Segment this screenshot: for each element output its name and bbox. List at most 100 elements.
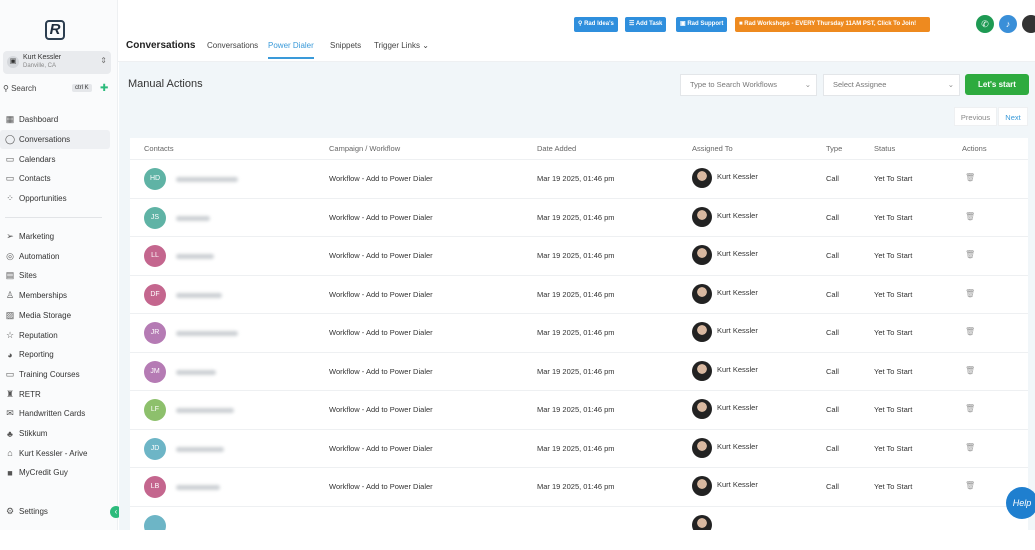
- sidebar-item-sites[interactable]: ▤ Sites: [0, 266, 110, 285]
- sidebar-item-contacts[interactable]: ▭ Contacts: [0, 169, 110, 188]
- sidebar-item-label: Conversations: [19, 134, 71, 144]
- page-title: Conversations: [126, 40, 196, 51]
- sidebar-item-conversations[interactable]: ◯ Conversations: [0, 129, 110, 149]
- date-cell: Mar 19 2025, 01:46 pm: [537, 251, 615, 260]
- table-row[interactable]: HD Workflow - Add to Power Dialer Mar 19…: [130, 159, 1028, 198]
- table-row[interactable]: JM Workflow - Add to Power Dialer Mar 19…: [130, 351, 1028, 391]
- table-row[interactable]: LL Workflow - Add to Power Dialer Mar 19…: [130, 236, 1028, 275]
- status-cell: Yet To Start: [874, 289, 913, 299]
- sidebar-icon: ◎: [6, 250, 14, 261]
- table-row[interactable]: DF Workflow - Add to Power Dialer Mar 19…: [130, 274, 1028, 314]
- status-cell: Yet To Start: [874, 251, 913, 260]
- contact-name-redacted[interactable]: [176, 331, 238, 336]
- sidebar-item-training-courses[interactable]: ▭ Training Courses: [0, 365, 110, 384]
- tab-conversations[interactable]: Conversations: [207, 41, 258, 50]
- sidebar-item-opportunities[interactable]: ⁘ Opportunities: [0, 189, 110, 208]
- contact-name-redacted[interactable]: [176, 292, 222, 298]
- trash-icon[interactable]: 🗑: [965, 212, 975, 221]
- trash-icon[interactable]: 🗑: [965, 250, 975, 259]
- rad-workshops-button[interactable]: ■ Rad Workshops - EVERY Thursday 11AM PS…: [735, 17, 930, 32]
- type-cell: Call: [826, 212, 839, 222]
- next-button[interactable]: Next: [998, 107, 1028, 126]
- bell-icon[interactable]: ♪: [999, 15, 1017, 33]
- table-row[interactable]: JR Workflow - Add to Power Dialer Mar 19…: [130, 313, 1028, 352]
- sidebar-item-reputation[interactable]: ☆ Reputation: [0, 326, 110, 345]
- assignee-select[interactable]: Select Assignee ⌄: [823, 74, 960, 96]
- contact-name-redacted[interactable]: [176, 408, 234, 413]
- tab-snippets[interactable]: Snippets: [330, 41, 361, 50]
- contact-name-redacted[interactable]: [176, 254, 214, 259]
- contact-name-redacted[interactable]: [176, 215, 210, 221]
- sidebar-item-reporting[interactable]: ◕ Reporting: [0, 345, 110, 364]
- sidebar-item-dashboard[interactable]: ▦ Dashboard: [0, 110, 110, 129]
- search-button[interactable]: ⚲ Search: [3, 84, 36, 93]
- phone-icon[interactable]: ✆: [976, 15, 994, 33]
- trash-icon[interactable]: 🗑: [965, 404, 975, 413]
- type-cell: Call: [826, 482, 839, 491]
- sidebar-item-automation[interactable]: ◎ Automation: [0, 247, 110, 266]
- trash-icon[interactable]: 🗑: [965, 327, 975, 336]
- sidebar-item-mycredit-guy[interactable]: ■ MyCredit Guy: [0, 463, 110, 482]
- button-label: Rad Support: [687, 21, 724, 27]
- sidebar-icon: ▨: [5, 309, 15, 320]
- assignee-cell: Kurt Kessler: [717, 210, 758, 220]
- sidebar-icon: ▦: [5, 114, 15, 124]
- assignee-avatar: [692, 168, 712, 188]
- contact-name-redacted[interactable]: [176, 446, 224, 452]
- trash-icon[interactable]: 🗑: [965, 366, 975, 375]
- sidebar-item-marketing[interactable]: ➢ Marketing: [0, 227, 110, 246]
- previous-button[interactable]: Previous: [954, 107, 997, 126]
- sidebar-item-memberships[interactable]: ♙ Memberships: [0, 286, 110, 305]
- sidebar-item-media-storage[interactable]: ▨ Media Storage: [0, 306, 110, 325]
- button-label: Rad Idea's: [584, 21, 614, 27]
- search-shortcut: ctrl K: [72, 84, 92, 92]
- sidebar-item-retr[interactable]: ♜ RETR: [0, 385, 110, 404]
- chevron-updown-icon: ⇕: [100, 56, 107, 65]
- account-switcher[interactable]: ▣ Kurt Kessler Danville, CA ⇕: [3, 51, 111, 74]
- contact-avatar: JS: [144, 206, 166, 229]
- sidebar-item-stikkum[interactable]: ♣ Stikkum: [0, 424, 110, 443]
- sidebar-item-settings[interactable]: ⚙ Settings: [0, 502, 110, 521]
- sidebar-item-kurt-kessler-arive[interactable]: ⌂ Kurt Kessler - Arive: [0, 444, 110, 463]
- table-row[interactable]: JD Workflow - Add to Power Dialer Mar 19…: [130, 428, 1028, 468]
- workflow-cell: Workflow - Add to Power Dialer: [329, 289, 433, 299]
- column-header: Type: [826, 144, 843, 153]
- sidebar-item-label: Dashboard: [19, 115, 59, 124]
- tab-trigger-links[interactable]: Trigger Links ⌄: [374, 41, 429, 50]
- contact-name-redacted[interactable]: [176, 369, 216, 375]
- add-task-button[interactable]: ☰ Add Task: [625, 17, 667, 32]
- sidebar-item-label: Stikkum: [19, 429, 48, 438]
- contact-avatar: LF: [144, 399, 166, 421]
- sidebar-item-label: Contacts: [19, 174, 51, 184]
- sidebar-item-label: Media Storage: [19, 310, 72, 320]
- help-button[interactable]: Help: [1006, 487, 1035, 519]
- trash-icon[interactable]: 🗑: [965, 481, 975, 490]
- type-cell: Call: [826, 251, 839, 260]
- workflow-search-select[interactable]: Type to Search Workflows ⌄: [680, 74, 817, 96]
- chevron-down-icon: ⌄: [422, 41, 429, 50]
- trash-icon[interactable]: 🗑: [965, 443, 975, 452]
- user-avatar[interactable]: [1022, 15, 1035, 33]
- quick-add-icon[interactable]: ✚: [100, 83, 108, 94]
- sidebar-item-calendars[interactable]: ▭ Calendars: [0, 150, 110, 169]
- table-row[interactable]: LF Workflow - Add to Power Dialer Mar 19…: [130, 390, 1028, 429]
- contact-avatar: JD: [144, 437, 166, 460]
- lets-start-button[interactable]: Let's start: [965, 74, 1029, 95]
- table-row[interactable]: JS Workflow - Add to Power Dialer Mar 19…: [130, 197, 1028, 237]
- trash-icon[interactable]: 🗑: [965, 289, 975, 298]
- contact-name-redacted[interactable]: [176, 485, 220, 490]
- status-cell: Yet To Start: [874, 212, 913, 222]
- contact-avatar: LB: [144, 476, 166, 498]
- sidebar-item-handwritten-cards[interactable]: ✉ Handwritten Cards: [0, 404, 110, 423]
- contact-name-redacted[interactable]: [176, 177, 238, 182]
- placeholder: Select Assignee: [833, 80, 887, 89]
- date-cell: Mar 19 2025, 01:46 pm: [537, 289, 615, 299]
- sidebar-item-label: Memberships: [19, 291, 68, 301]
- rad-support-button[interactable]: ▣ Rad Support: [676, 17, 728, 32]
- workflow-cell: Workflow - Add to Power Dialer: [329, 366, 433, 376]
- tab-power-dialer[interactable]: Power Dialer: [268, 41, 314, 59]
- workflow-cell: Workflow - Add to Power Dialer: [329, 405, 433, 414]
- rad-ideas-button[interactable]: ⚲ Rad Idea's: [574, 17, 618, 32]
- table-row[interactable]: LB Workflow - Add to Power Dialer Mar 19…: [130, 467, 1028, 506]
- trash-icon[interactable]: 🗑: [965, 173, 975, 182]
